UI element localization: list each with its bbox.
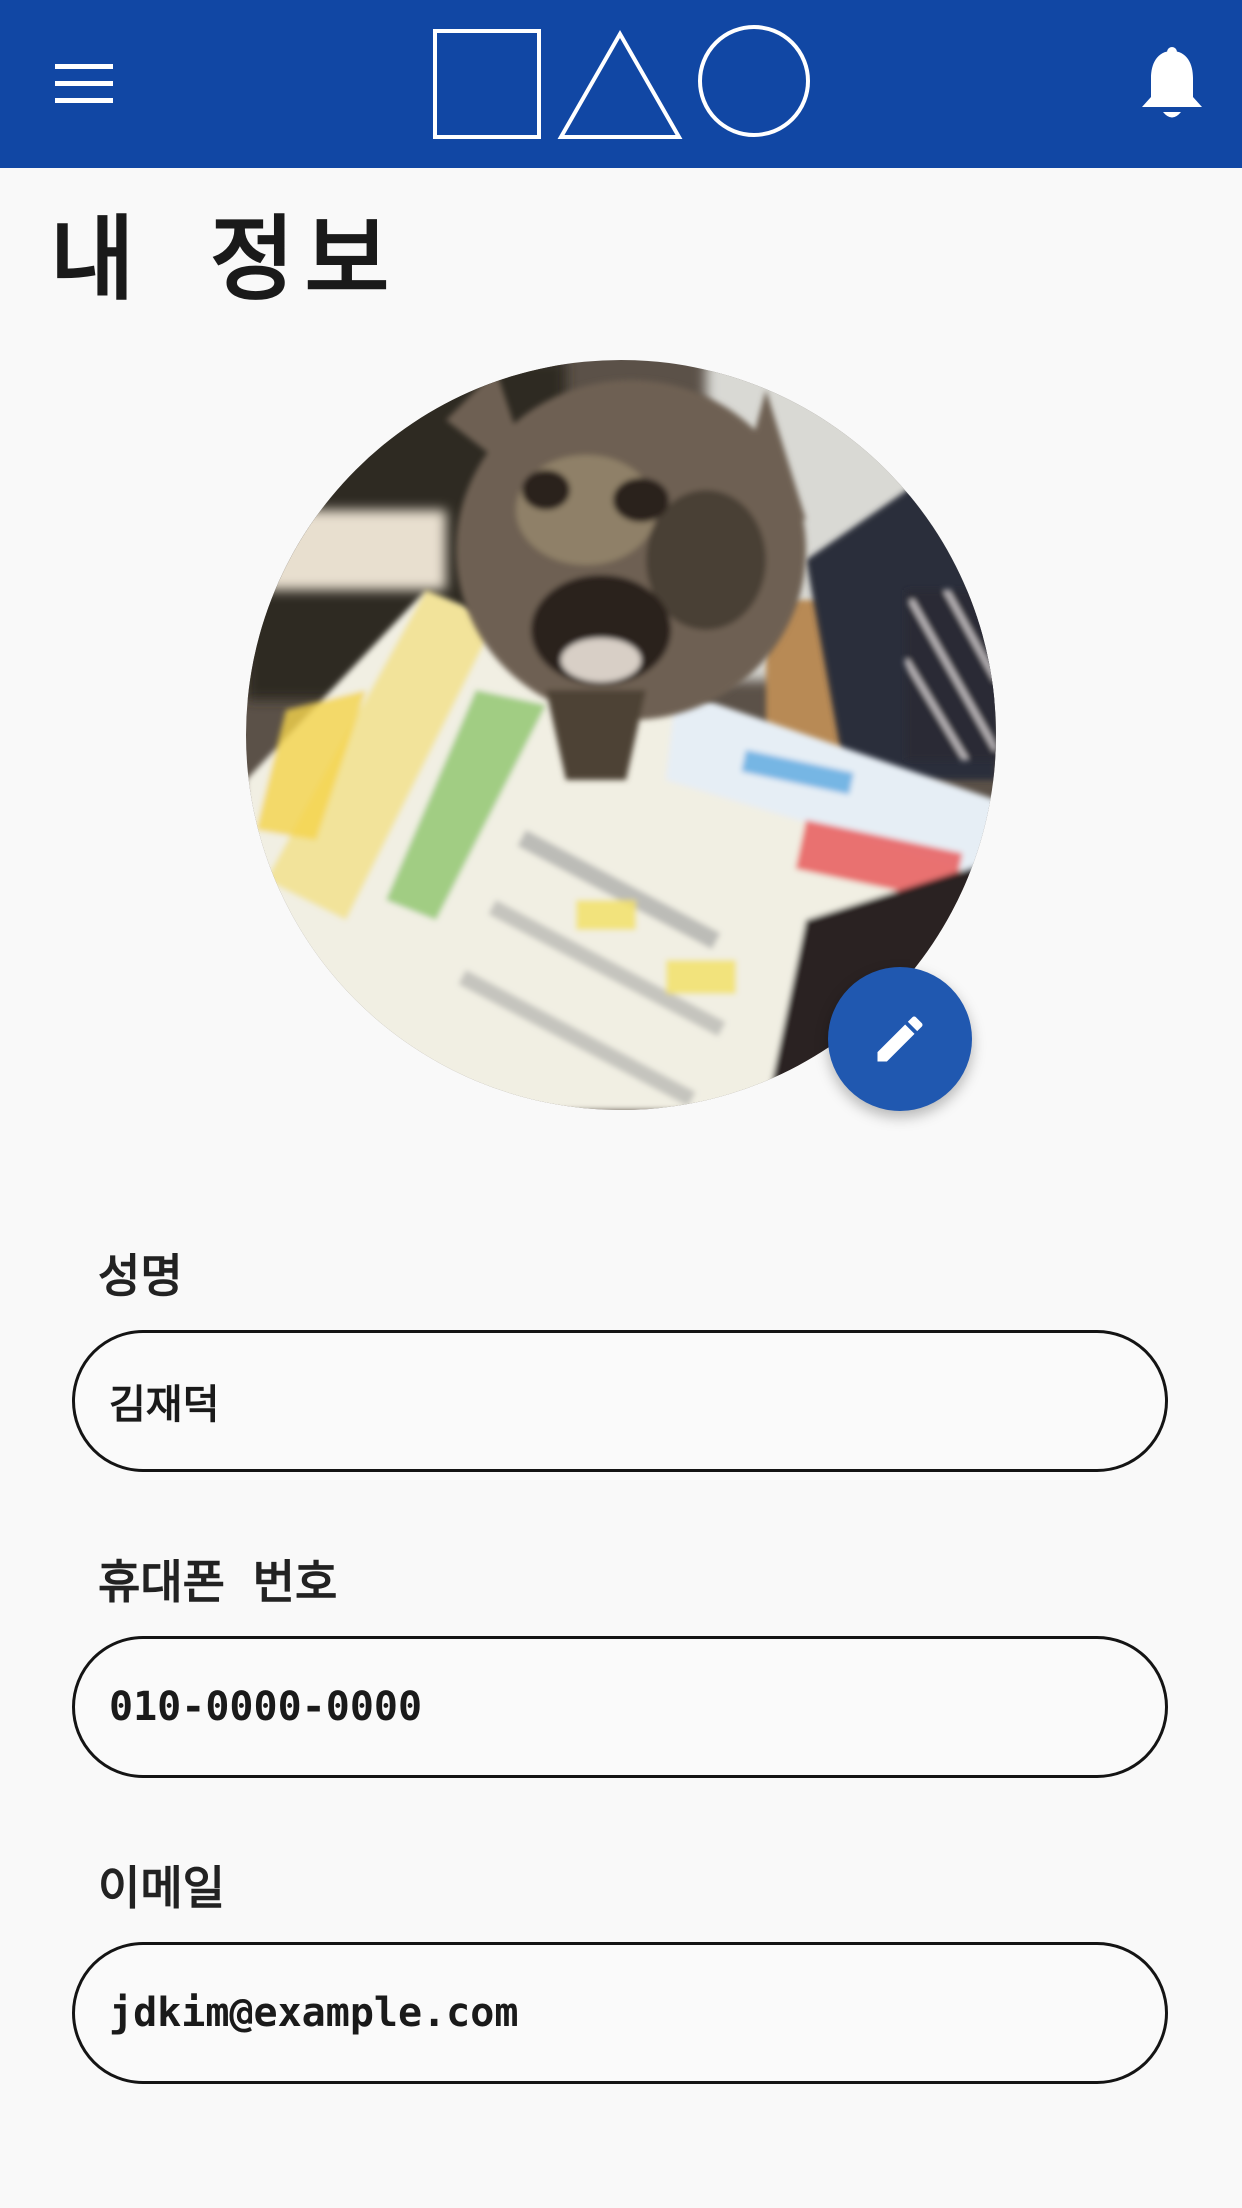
logo-square-shape [433, 29, 541, 139]
hamburger-menu-icon [55, 64, 113, 103]
email-input[interactable] [109, 1945, 1119, 2081]
notification-button[interactable] [1130, 40, 1214, 130]
bell-icon [1142, 47, 1202, 118]
phone-field[interactable] [72, 1636, 1168, 1778]
email-label: 이메일 [98, 1861, 225, 1915]
email-field[interactable] [72, 1942, 1168, 2084]
name-input[interactable] [109, 1333, 1119, 1469]
logo-circle-shape [698, 25, 810, 137]
phone-label: 휴대폰 번호 [98, 1555, 338, 1609]
menu-button[interactable] [40, 44, 128, 124]
logo-triangle-shape [557, 29, 683, 139]
name-label: 성명 [98, 1249, 183, 1303]
name-field[interactable] [72, 1330, 1168, 1472]
pencil-icon [877, 1016, 923, 1062]
phone-input[interactable] [109, 1639, 1119, 1775]
app-bar [0, 0, 1242, 168]
edit-avatar-button[interactable] [828, 967, 972, 1111]
app-logo[interactable] [432, 24, 812, 144]
page-title: 내 정보 [50, 206, 400, 313]
